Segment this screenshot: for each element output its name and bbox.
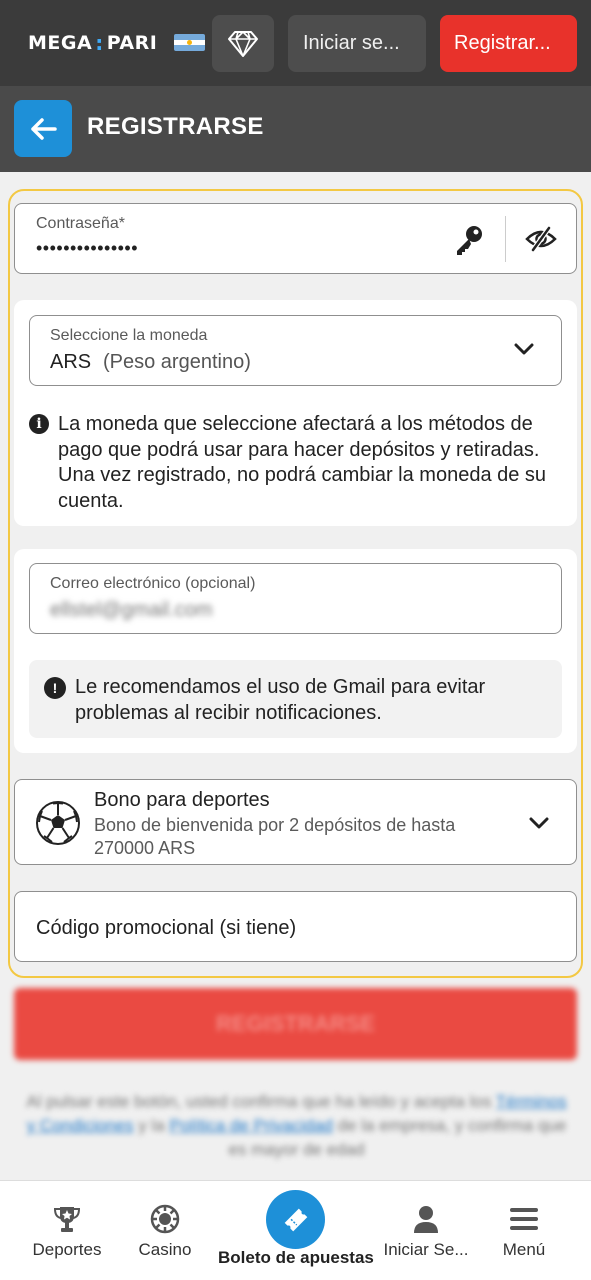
promo-code-placeholder[interactable]: Código promocional (si tiene) [36, 917, 296, 940]
logo-colon: : [95, 31, 104, 55]
ticket-icon [284, 1208, 307, 1231]
privacy-link[interactable]: Política de Privacidad [169, 1116, 332, 1135]
register-button[interactable]: Registrar... [440, 15, 577, 72]
arrow-left-icon [31, 117, 57, 140]
nav-menu-label: Menú [502, 1240, 546, 1259]
email-input[interactable]: ellstel@gmail.com [50, 599, 213, 622]
key-icon[interactable] [452, 223, 486, 262]
password-input[interactable]: ••••••••••••••• [36, 238, 138, 259]
chevron-down-icon [529, 816, 549, 835]
currency-note: i La moneda que seleccione afectará a lo… [29, 412, 549, 514]
vip-diamond-button[interactable] [212, 15, 274, 72]
soccer-ball-icon [35, 800, 81, 851]
password-label: Contraseña* [36, 215, 125, 232]
chevron-down-icon [514, 342, 534, 361]
password-field[interactable]: Contraseña* ••••••••••••••• [14, 203, 577, 274]
legal-text: Al pulsar este botón, usted confirma que… [24, 1090, 569, 1162]
bonus-select[interactable]: Bono para deportes Bono de bienvenida po… [14, 779, 577, 865]
logo-text-right: PARI [106, 32, 158, 54]
page-title: REGISTRARSE [87, 113, 264, 140]
currency-name: (Peso argentino) [103, 351, 251, 373]
logo-text-left: MEGA [28, 32, 93, 54]
submit-register-label: REGISTRARSE [216, 1011, 375, 1036]
gmail-notice: ! Le recomendamos el uso de Gmail para e… [29, 660, 562, 738]
back-button[interactable] [14, 100, 72, 157]
promo-code-field[interactable]: Código promocional (si tiene) [14, 891, 577, 962]
email-field[interactable]: Correo electrónico (opcional) ellstel@gm… [29, 563, 562, 634]
legal-and: y la [138, 1116, 165, 1135]
nav-menu[interactable]: Menú [494, 1181, 554, 1280]
nav-casino[interactable]: Casino [130, 1181, 200, 1280]
megapari-logo[interactable]: MEGA : PARI [28, 31, 157, 55]
top-bar: MEGA : PARI Iniciar se... Registrar... [0, 0, 591, 86]
currency-code: ARS [50, 351, 92, 373]
currency-label: Seleccione la moneda [50, 327, 208, 344]
login-button[interactable]: Iniciar se... [288, 15, 426, 72]
casino-chip-icon [150, 1203, 180, 1235]
bet-slip-button[interactable] [266, 1190, 325, 1249]
nav-login[interactable]: Iniciar Se... [378, 1181, 474, 1280]
nav-sports-label: Deportes [32, 1240, 102, 1259]
title-bar: REGISTRARSE [0, 86, 591, 172]
nav-casino-label: Casino [138, 1240, 192, 1259]
hamburger-menu-icon [509, 1203, 539, 1235]
currency-select[interactable]: Seleccione la moneda ARS (Peso argentino… [29, 315, 562, 386]
trophy-icon [52, 1203, 82, 1235]
info-icon: i [29, 414, 49, 434]
submit-register-button[interactable]: REGISTRARSE [14, 988, 577, 1060]
legal-text-intro: Al pulsar este botón, usted confirma que… [26, 1092, 492, 1111]
nav-sports[interactable]: Deportes [24, 1181, 110, 1280]
argentina-flag-icon [174, 34, 205, 51]
field-divider [505, 216, 506, 262]
user-icon [411, 1203, 441, 1235]
currency-note-text: La moneda que seleccione afectará a los … [58, 413, 547, 512]
gmail-notice-text: Le recomendamos el uso de Gmail para evi… [75, 676, 486, 724]
currency-card: Seleccione la moneda ARS (Peso argentino… [14, 300, 577, 526]
diamond-icon [228, 30, 258, 57]
email-card: Correo electrónico (opcional) ellstel@gm… [14, 549, 577, 753]
exclamation-icon: ! [44, 677, 66, 699]
bonus-description: Bono de bienvenida por 2 depósitos de ha… [94, 815, 456, 858]
bonus-title: Bono para deportes [94, 789, 270, 811]
bet-slip-label[interactable]: Boleto de apuestas [218, 1248, 374, 1268]
registration-form: Contraseña* ••••••••••••••• Seleccione l… [0, 172, 591, 1180]
email-label: Correo electrónico (opcional) [50, 575, 256, 592]
eye-slash-icon[interactable] [525, 226, 557, 257]
nav-login-label: Iniciar Se... [383, 1240, 469, 1259]
